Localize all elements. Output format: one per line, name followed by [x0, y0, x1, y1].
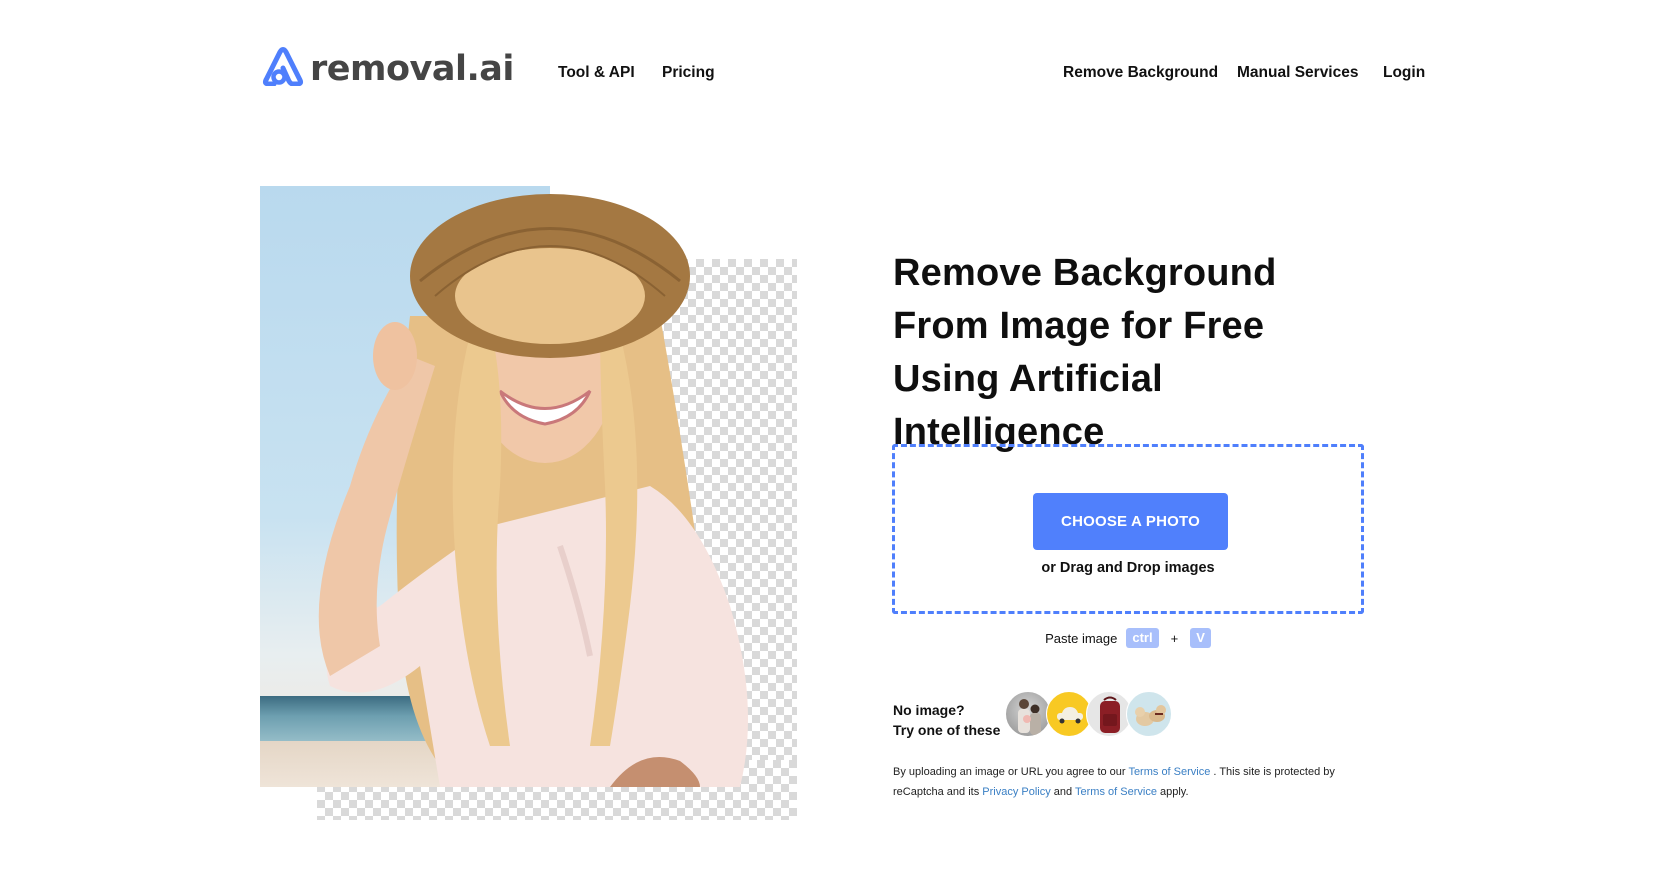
sample-dogs-photo[interactable] — [1126, 691, 1172, 737]
dogs-icon — [1135, 705, 1166, 726]
logo-link[interactable]: removal.ai — [260, 42, 514, 89]
legal-notice: By uploading an image or URL you agree t… — [893, 762, 1373, 802]
try-one-text: Try one of these — [893, 722, 1001, 738]
sample-family-photo[interactable] — [1005, 691, 1051, 737]
page-headline: Remove Background From Image for Free Us… — [893, 252, 1277, 453]
hero-image — [260, 186, 790, 787]
family-icon — [1018, 699, 1041, 735]
choose-photo-button[interactable]: CHOOSE A PHOTO — [1033, 493, 1228, 550]
legal-text-4: apply. — [1156, 786, 1189, 798]
logo-wordmark: removal.ai — [310, 49, 514, 89]
paste-hint: Paste image ctrl + V — [892, 628, 1364, 648]
nav-tool-api[interactable]: Tool & API — [558, 63, 635, 83]
no-image-text: No image? — [893, 702, 965, 718]
privacy-policy-link[interactable]: Privacy Policy — [982, 786, 1050, 798]
nav-login[interactable]: Login — [1383, 63, 1425, 83]
plus-sign: + — [1170, 630, 1179, 646]
recaptcha-terms-link[interactable]: Terms of Service — [1075, 786, 1157, 798]
ctrl-key-badge: ctrl — [1126, 628, 1159, 648]
terms-of-service-link[interactable]: Terms of Service — [1128, 766, 1210, 778]
removal-ai-logo-icon — [262, 47, 304, 86]
drag-drop-hint: or Drag and Drop images — [1041, 560, 1215, 576]
nav-pricing[interactable]: Pricing — [662, 63, 715, 83]
nav-remove-background[interactable]: Remove Background — [1063, 63, 1218, 83]
nav-manual-services[interactable]: Manual Services — [1237, 63, 1358, 83]
woman-figure — [318, 194, 748, 787]
paste-label: Paste image — [1045, 630, 1118, 646]
legal-text-1: By uploading an image or URL you agree t… — [893, 766, 1129, 778]
upload-dropzone[interactable]: CHOOSE A PHOTO or Drag and Drop images — [892, 444, 1364, 614]
legal-text-3: and — [1050, 786, 1076, 798]
v-key-badge: V — [1190, 628, 1211, 648]
sample-images-label: No image? Try one of these — [893, 700, 1000, 740]
